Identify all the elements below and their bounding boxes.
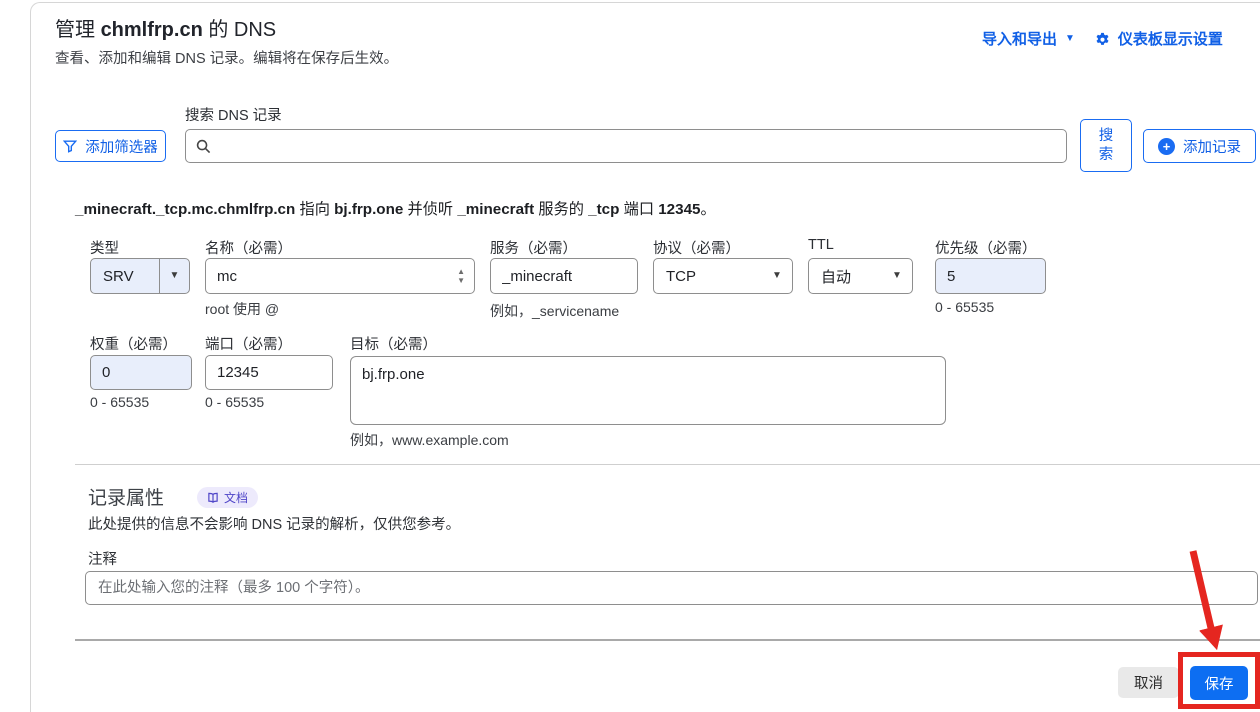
summary-protocol: _tcp — [588, 201, 620, 218]
stepper-down-icon[interactable]: ▼ — [457, 277, 465, 285]
weight-helper: 0 - 65535 — [90, 394, 150, 410]
page-title: 管理 chmlfrp.cn 的 DNS — [55, 13, 276, 42]
service-input[interactable] — [491, 259, 637, 293]
dns-management-page: 管理 chmlfrp.cn 的 DNS 查看、添加和编辑 DNS 记录。编辑将在… — [0, 0, 1260, 712]
page-title-domain: chmlfrp.cn — [100, 19, 203, 41]
ttl-select-value: 自动 — [821, 268, 852, 286]
footer-divider — [75, 639, 1260, 641]
ttl-label: TTL — [808, 237, 834, 253]
record-props-description: 此处提供的信息不会影响 DNS 记录的解析，仅供您参考。 — [88, 517, 461, 533]
record-summary: _minecraft._tcp.mc.chmlfrp.cn 指向 bj.frp.… — [75, 201, 716, 218]
record-props-heading: 记录属性 — [88, 488, 165, 509]
import-export-menu[interactable]: 导入和导出 ▼ — [982, 28, 1075, 49]
weight-input[interactable] — [91, 356, 191, 389]
number-stepper[interactable]: ▲ ▼ — [457, 268, 474, 285]
protocol-select-value: TCP — [666, 267, 696, 285]
name-input[interactable] — [206, 259, 458, 293]
page-subtitle: 查看、添加和编辑 DNS 记录。编辑将在保存后生效。 — [55, 51, 399, 67]
docs-badge-label: 文档 — [224, 491, 249, 505]
search-box — [185, 129, 1067, 163]
search-label: 搜索 DNS 记录 — [185, 108, 282, 124]
add-record-button[interactable]: + 添加记录 — [1143, 129, 1256, 163]
save-button[interactable]: 保存 — [1190, 666, 1248, 700]
docs-badge[interactable]: 文档 — [197, 487, 259, 508]
type-label: 类型 — [90, 241, 119, 257]
priority-input[interactable] — [936, 259, 1045, 293]
priority-helper: 0 - 65535 — [935, 299, 995, 315]
protocol-label: 协议（必需） — [653, 241, 740, 257]
search-button-label-2: 索 — [1098, 146, 1114, 163]
port-field-wrap — [205, 355, 333, 390]
chevron-down-icon: ▼ — [892, 270, 902, 281]
summary-port: 12345 — [658, 201, 701, 218]
summary-service: _minecraft — [457, 201, 535, 218]
chevron-down-icon: ▼ — [159, 259, 189, 293]
add-filter-button[interactable]: 添加筛选器 — [55, 130, 166, 162]
plus-icon: + — [1158, 137, 1175, 155]
search-input[interactable] — [219, 137, 1056, 155]
comment-label: 注释 — [88, 552, 117, 568]
type-select[interactable]: SRV ▼ — [90, 258, 190, 294]
ttl-select[interactable]: 自动 ▼ — [808, 258, 913, 294]
target-label: 目标（必需） — [350, 337, 437, 353]
service-field-wrap — [490, 258, 638, 294]
add-record-label: 添加记录 — [1183, 139, 1241, 156]
page-title-suffix: 的 DNS — [202, 19, 277, 41]
summary-record-name: _minecraft._tcp.mc.chmlfrp.cn — [75, 201, 296, 218]
filter-icon — [63, 140, 78, 153]
name-helper: root 使用 @ — [205, 301, 280, 317]
type-select-value: SRV — [103, 267, 134, 285]
page-title-prefix: 管理 — [55, 19, 101, 41]
dashboard-settings-link[interactable]: 仪表板显示设置 — [1095, 28, 1223, 49]
port-input[interactable] — [206, 356, 332, 389]
name-label: 名称（必需） — [205, 241, 292, 257]
section-divider — [75, 464, 1260, 465]
target-helper: 例如，www.example.com — [350, 432, 509, 448]
weight-field-wrap — [90, 355, 192, 390]
summary-target: bj.frp.one — [334, 201, 404, 218]
service-helper: 例如，_servicename — [490, 303, 620, 319]
header-actions: 导入和导出 ▼ 仪表板显示设置 — [982, 28, 1223, 49]
protocol-select[interactable]: TCP ▼ — [653, 258, 793, 294]
cancel-button[interactable]: 取消 — [1118, 667, 1179, 698]
port-label: 端口（必需） — [205, 337, 292, 353]
service-label: 服务（必需） — [490, 241, 577, 257]
import-export-label: 导入和导出 — [982, 31, 1058, 48]
add-filter-label: 添加筛选器 — [85, 139, 158, 156]
priority-field-wrap — [935, 258, 1046, 294]
port-helper: 0 - 65535 — [205, 394, 265, 410]
weight-label: 权重（必需） — [90, 337, 177, 353]
gear-icon — [1096, 32, 1109, 45]
search-icon — [196, 139, 211, 153]
name-field-wrap: ▲ ▼ — [205, 258, 475, 294]
chevron-down-icon: ▼ — [1065, 32, 1075, 44]
search-button-label-1: 搜 — [1098, 127, 1114, 144]
priority-label: 优先级（必需） — [935, 241, 1037, 257]
comment-input[interactable] — [85, 571, 1258, 605]
book-icon — [208, 492, 218, 503]
chevron-down-icon: ▼ — [772, 270, 782, 281]
search-button[interactable]: 搜 索 — [1080, 119, 1132, 172]
stepper-up-icon[interactable]: ▲ — [457, 268, 465, 276]
target-textarea[interactable]: bj.frp.one — [350, 356, 946, 425]
dashboard-settings-label: 仪表板显示设置 — [1117, 31, 1223, 48]
